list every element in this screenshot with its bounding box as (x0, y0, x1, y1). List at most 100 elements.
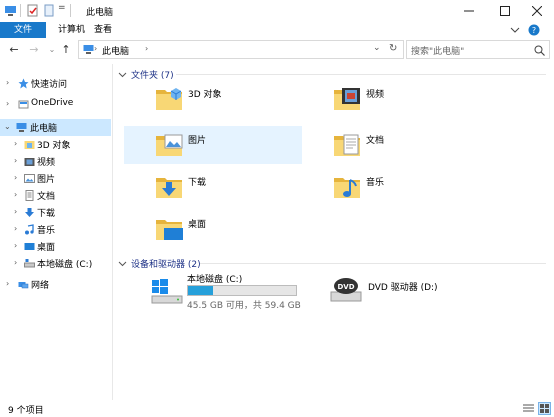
pc-icon (16, 123, 27, 132)
tab-file[interactable]: 文件 (0, 22, 46, 38)
sidebar-item-network[interactable]: › 网络 (0, 276, 111, 293)
folder-label: 视频 (366, 90, 385, 100)
network-icon (18, 282, 29, 289)
chevron-right-icon[interactable]: › (14, 139, 17, 148)
windows-drive-icon (151, 279, 183, 304)
sidebar-item-pictures[interactable]: › 图片 (0, 170, 111, 187)
folder-label: 文档 (366, 136, 385, 146)
help-icon: ? (528, 24, 540, 36)
document-icon (25, 190, 34, 201)
back-arrow-icon: ← (9, 42, 19, 56)
sidebar-item-music[interactable]: › 音乐 (0, 221, 111, 238)
tab-view[interactable]: 查看 (86, 22, 120, 38)
chevron-right-icon[interactable]: › (6, 279, 9, 288)
folder-desktop[interactable]: 桌面 (124, 210, 302, 248)
folder-video[interactable]: 视频 (302, 80, 480, 118)
sidebar-item-onedrive[interactable]: › OneDrive (0, 96, 111, 113)
sidebar-item-quick-access[interactable]: › 快速访问 (0, 75, 111, 92)
properties-icon[interactable] (26, 4, 39, 17)
drive-icon (24, 259, 35, 268)
drive-dvd-d[interactable]: DVD DVD 驱动器 (D:) (330, 272, 470, 306)
folder-3d-objects[interactable]: 3D 对象 (124, 80, 302, 118)
sidebar-item-video[interactable]: › 视频 (0, 153, 111, 170)
music-icon (25, 224, 34, 235)
chevron-right-icon[interactable]: › (14, 207, 17, 216)
help-button[interactable]: ? (528, 22, 540, 38)
sidebar-item-label: 快速访问 (31, 80, 68, 90)
minimize-button[interactable] (452, 0, 486, 22)
sidebar-item-label: 图片 (37, 175, 56, 185)
svg-text:DVD: DVD (337, 283, 354, 291)
chevron-right-icon[interactable]: › (14, 241, 17, 250)
folder-label: 3D 对象 (188, 90, 222, 100)
breadcrumb-separator-icon[interactable]: › (145, 44, 148, 53)
forward-button[interactable]: → (26, 41, 42, 57)
chevron-right-icon[interactable]: › (14, 224, 17, 233)
sidebar-item-3d-objects[interactable]: › 3D 对象 (0, 136, 111, 153)
sidebar-item-documents[interactable]: › 文档 (0, 187, 111, 204)
refresh-icon[interactable]: ↻ (389, 43, 397, 54)
large-icons-view-icon (540, 404, 549, 413)
title-bar: = 此电脑 (0, 0, 554, 22)
sidebar-item-label: 网络 (31, 281, 50, 291)
status-bar: 9 个项目 (0, 400, 554, 417)
video-folder-icon (334, 88, 360, 110)
item-count: 9 个项目 (8, 406, 44, 416)
new-folder-icon[interactable] (42, 4, 55, 17)
details-view-button[interactable] (523, 403, 534, 414)
chevron-right-icon[interactable]: › (14, 173, 17, 182)
drive-local-disk-c[interactable]: 本地磁盘 (C:) 45.5 GB 可用，共 59.4 GB (150, 270, 310, 311)
folder-label: 音乐 (366, 178, 385, 188)
sidebar-item-downloads[interactable]: › 下载 (0, 204, 111, 221)
desktop-icon (24, 243, 35, 250)
address-bar[interactable]: › 此电脑 › ⌄ ↻ (78, 40, 404, 59)
drive-label: 本地磁盘 (C:) (187, 275, 243, 285)
ribbon-expand-button[interactable] (510, 22, 520, 38)
folder-music[interactable]: 音乐 (302, 168, 480, 206)
close-button[interactable] (520, 0, 554, 22)
address-history-dropdown[interactable]: ⌄ (373, 43, 381, 53)
sidebar-item-label: 本地磁盘 (C:) (37, 260, 93, 270)
sidebar-item-label: 文档 (37, 192, 56, 202)
large-icons-view-button[interactable] (538, 402, 551, 415)
address-row: ← → ⌄ ↑ › 此电脑 › ⌄ ↻ 搜索"此电脑" (0, 38, 554, 62)
sidebar-item-this-pc[interactable]: ⌄ 此电脑 (0, 119, 111, 136)
cloud-icon (18, 100, 29, 109)
chevron-down-icon[interactable]: ⌄ (4, 122, 11, 131)
back-button[interactable]: ← (6, 41, 22, 57)
up-arrow-icon: ↑ (61, 42, 71, 56)
sidebar-item-local-disk-c[interactable]: › 本地磁盘 (C:) (0, 255, 111, 272)
search-box[interactable]: 搜索"此电脑" (406, 40, 550, 59)
breadcrumb-pc[interactable]: 此电脑 (102, 44, 129, 57)
maximize-icon (500, 6, 510, 16)
chevron-right-icon[interactable]: › (14, 156, 17, 165)
sidebar-item-desktop[interactable]: › 桌面 (0, 238, 111, 255)
divider (20, 4, 21, 17)
maximize-button[interactable] (488, 0, 522, 22)
close-icon (532, 6, 542, 16)
quick-access-toolbar-dropdown-icon[interactable]: = (58, 3, 66, 13)
picture-folder-icon (156, 134, 183, 156)
chevron-right-icon[interactable]: › (6, 78, 9, 87)
up-button[interactable]: ↑ (58, 41, 74, 57)
folder-pictures[interactable]: 图片 (124, 126, 302, 164)
chevron-down-icon (118, 261, 127, 266)
ribbon-tabs: 文件 计算机 查看 ? (0, 22, 554, 38)
search-input[interactable]: 搜索"此电脑" (411, 44, 464, 57)
pc-icon[interactable] (4, 4, 17, 17)
chevron-right-icon[interactable]: › (6, 99, 9, 108)
pane-divider[interactable] (112, 64, 113, 400)
svg-text:?: ? (532, 26, 536, 35)
folder-documents[interactable]: 文档 (302, 126, 480, 164)
pc-icon (83, 45, 94, 54)
chevron-down-icon (118, 72, 127, 77)
chevron-right-icon[interactable]: › (14, 258, 17, 267)
3d-objects-folder-icon (156, 88, 182, 110)
group-header-devices[interactable]: 设备和驱动器 (2) (118, 257, 201, 270)
drive-label: DVD 驱动器 (D:) (368, 283, 438, 293)
video-icon (24, 158, 35, 166)
folder-label: 桌面 (188, 220, 207, 230)
folder-downloads[interactable]: 下载 (124, 168, 302, 206)
chevron-right-icon[interactable]: › (14, 190, 17, 199)
music-folder-icon (334, 178, 360, 198)
